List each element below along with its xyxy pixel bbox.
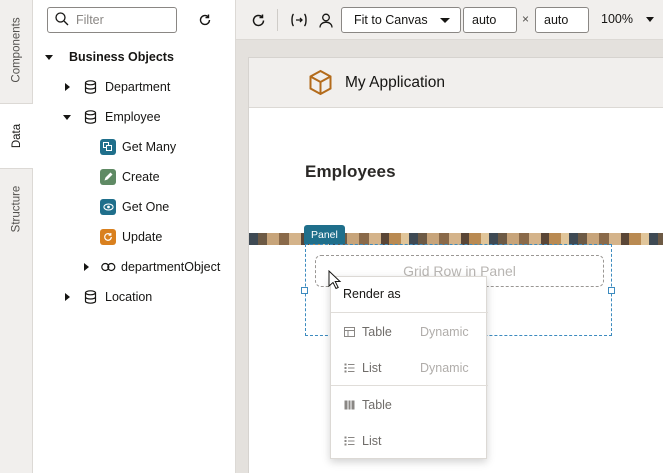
menu-item-table-dynamic[interactable]: Table Dynamic [331,317,488,347]
designer-toolbar: Fit to Canvas auto × auto 100% [236,0,663,40]
menu-divider [331,385,488,386]
fit-select-value: Fit to Canvas [354,13,428,27]
list-icon [343,435,355,447]
tree-item-label: departmentObject [121,260,221,274]
tree-item-get-one[interactable]: Get One [100,196,169,218]
tree-item-create[interactable]: Create [100,166,160,188]
render-as-menu: Render as Table Dynamic List Dynamic Tab… [330,276,488,459]
canvas-width-value: auto [472,13,497,27]
tree-root-business-objects[interactable]: Business Objects [43,46,174,68]
tab-structure-label: Structure [10,185,23,233]
app-title: My Application [345,74,445,91]
tab-components[interactable]: Components [0,0,33,100]
menu-item-tag: Dynamic [420,361,469,375]
tree-item-label: Employee [105,110,161,124]
search-icon [55,11,69,29]
chevron-down-icon[interactable] [61,111,73,123]
mouse-cursor-icon [328,269,342,293]
canvas-width-input[interactable]: auto [463,7,517,33]
tab-data-label: Data [10,123,23,149]
tab-structure[interactable]: Structure [0,172,33,246]
canvas-height-input[interactable]: auto [535,7,589,33]
dimension-separator: × [522,12,530,26]
tree-root-label: Business Objects [69,50,174,64]
vertical-tab-rail: Components Data Structure [0,0,34,473]
get-many-icon [100,139,116,155]
menu-item-label: List [362,361,382,375]
panel-tag[interactable]: Panel [304,225,345,244]
resize-handle-left[interactable] [301,287,308,294]
tree-item-location[interactable]: Location [61,286,152,308]
table-icon [343,326,355,338]
page-title: Employees [305,162,396,181]
tree-item-department-object[interactable]: departmentObject [80,256,220,278]
tree-item-department[interactable]: Department [61,76,170,98]
tab-components-label: Components [10,17,23,83]
tree-item-employee[interactable]: Employee [61,106,161,128]
chevron-down-icon [440,18,450,23]
chevron-right-icon[interactable] [61,291,73,303]
box-logo-icon [307,69,334,99]
menu-item-label: List [362,434,382,448]
filter-placeholder: Filter [76,13,104,27]
app-header: My Application [249,58,663,108]
database-icon [82,79,98,95]
tree-item-label: Create [122,170,160,184]
toolbar-divider [277,9,278,31]
tree-item-label: Get Many [122,140,177,154]
database-icon [82,109,98,125]
pencil-icon [100,169,116,185]
reload-icon[interactable] [249,11,267,29]
tree-item-label: Department [105,80,171,94]
variable-icon[interactable] [289,11,309,29]
menu-heading: Render as [343,287,401,301]
menu-item-tag: Dynamic [420,325,469,339]
refresh-icon[interactable] [196,11,214,29]
chevron-right-icon[interactable] [61,81,73,93]
update-icon [100,229,116,245]
tree-item-label: Location [105,290,153,304]
menu-item-label: Table [362,325,392,339]
chevron-down-icon[interactable] [646,17,654,22]
filter-input[interactable]: Filter [47,7,177,33]
tree-item-label: Get One [122,200,170,214]
tree-item-update[interactable]: Update [100,226,162,248]
resize-handle-right[interactable] [608,287,615,294]
menu-divider [331,312,488,313]
tab-data[interactable]: Data [0,103,34,169]
list-icon [343,362,355,374]
chevron-down-icon[interactable] [43,51,55,63]
user-icon[interactable] [317,11,335,29]
zoom-level[interactable]: 100% [601,12,633,26]
tree-item-label: Update [122,230,163,244]
eye-icon [100,199,116,215]
menu-item-list-dynamic[interactable]: List Dynamic [331,353,488,383]
link-icon [100,259,116,275]
database-icon [82,289,98,305]
tree-item-get-many[interactable]: Get Many [100,136,176,158]
canvas-height-value: auto [544,13,569,27]
fit-to-canvas-select[interactable]: Fit to Canvas [341,7,461,33]
chevron-right-icon[interactable] [80,261,92,273]
menu-item-label: Table [362,398,392,412]
menu-item-list[interactable]: List [331,426,488,456]
table-icon [343,399,355,411]
menu-item-table[interactable]: Table [331,390,488,420]
data-panel: Filter Business Objects Department Emplo… [33,0,236,473]
